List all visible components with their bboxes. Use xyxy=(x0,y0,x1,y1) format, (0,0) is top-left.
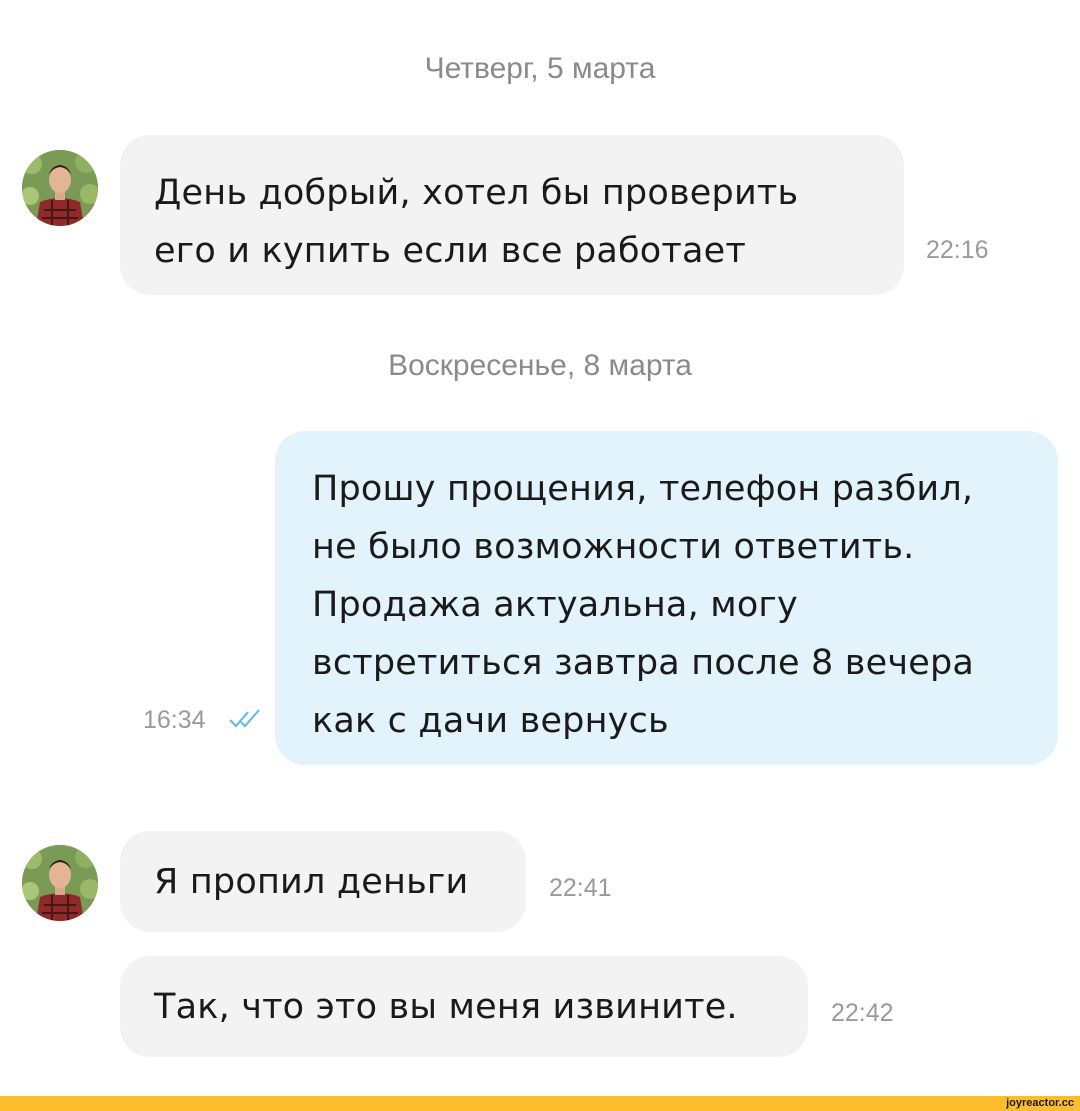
avatar[interactable] xyxy=(22,150,98,226)
date-separator: Воскресенье, 8 марта xyxy=(388,349,692,382)
message-bubble-incoming[interactable]: Я пропил деньги xyxy=(120,831,526,932)
message-text: Так, что это вы меня извините. xyxy=(154,987,738,1027)
avatar-icon xyxy=(22,150,98,226)
avatar-icon xyxy=(22,845,98,921)
date-separator: Четверг, 5 марта xyxy=(424,52,656,85)
avatar[interactable] xyxy=(22,845,98,921)
message-time: 22:42 xyxy=(831,999,894,1027)
message-bubble-incoming[interactable]: Так, что это вы меня извините. xyxy=(120,956,808,1057)
message-text: Я пропил деньги xyxy=(154,862,469,902)
message-bubble-incoming[interactable]: День добрый, хотел бы проверить его и ку… xyxy=(120,135,904,295)
message-time: 16:34 xyxy=(143,706,206,734)
message-time: 22:16 xyxy=(926,236,989,264)
message-text: Прошу прощения, телефон разбил, не было … xyxy=(312,469,975,741)
message-time: 22:41 xyxy=(549,874,612,902)
double-check-icon xyxy=(229,709,260,728)
footer-bar xyxy=(0,1096,1080,1111)
message-bubble-outgoing[interactable]: Прошу прощения, телефон разбил, не было … xyxy=(275,431,1058,765)
watermark: joyreactor.cc xyxy=(1006,1097,1074,1109)
message-text: День добрый, хотел бы проверить его и ку… xyxy=(154,173,799,271)
